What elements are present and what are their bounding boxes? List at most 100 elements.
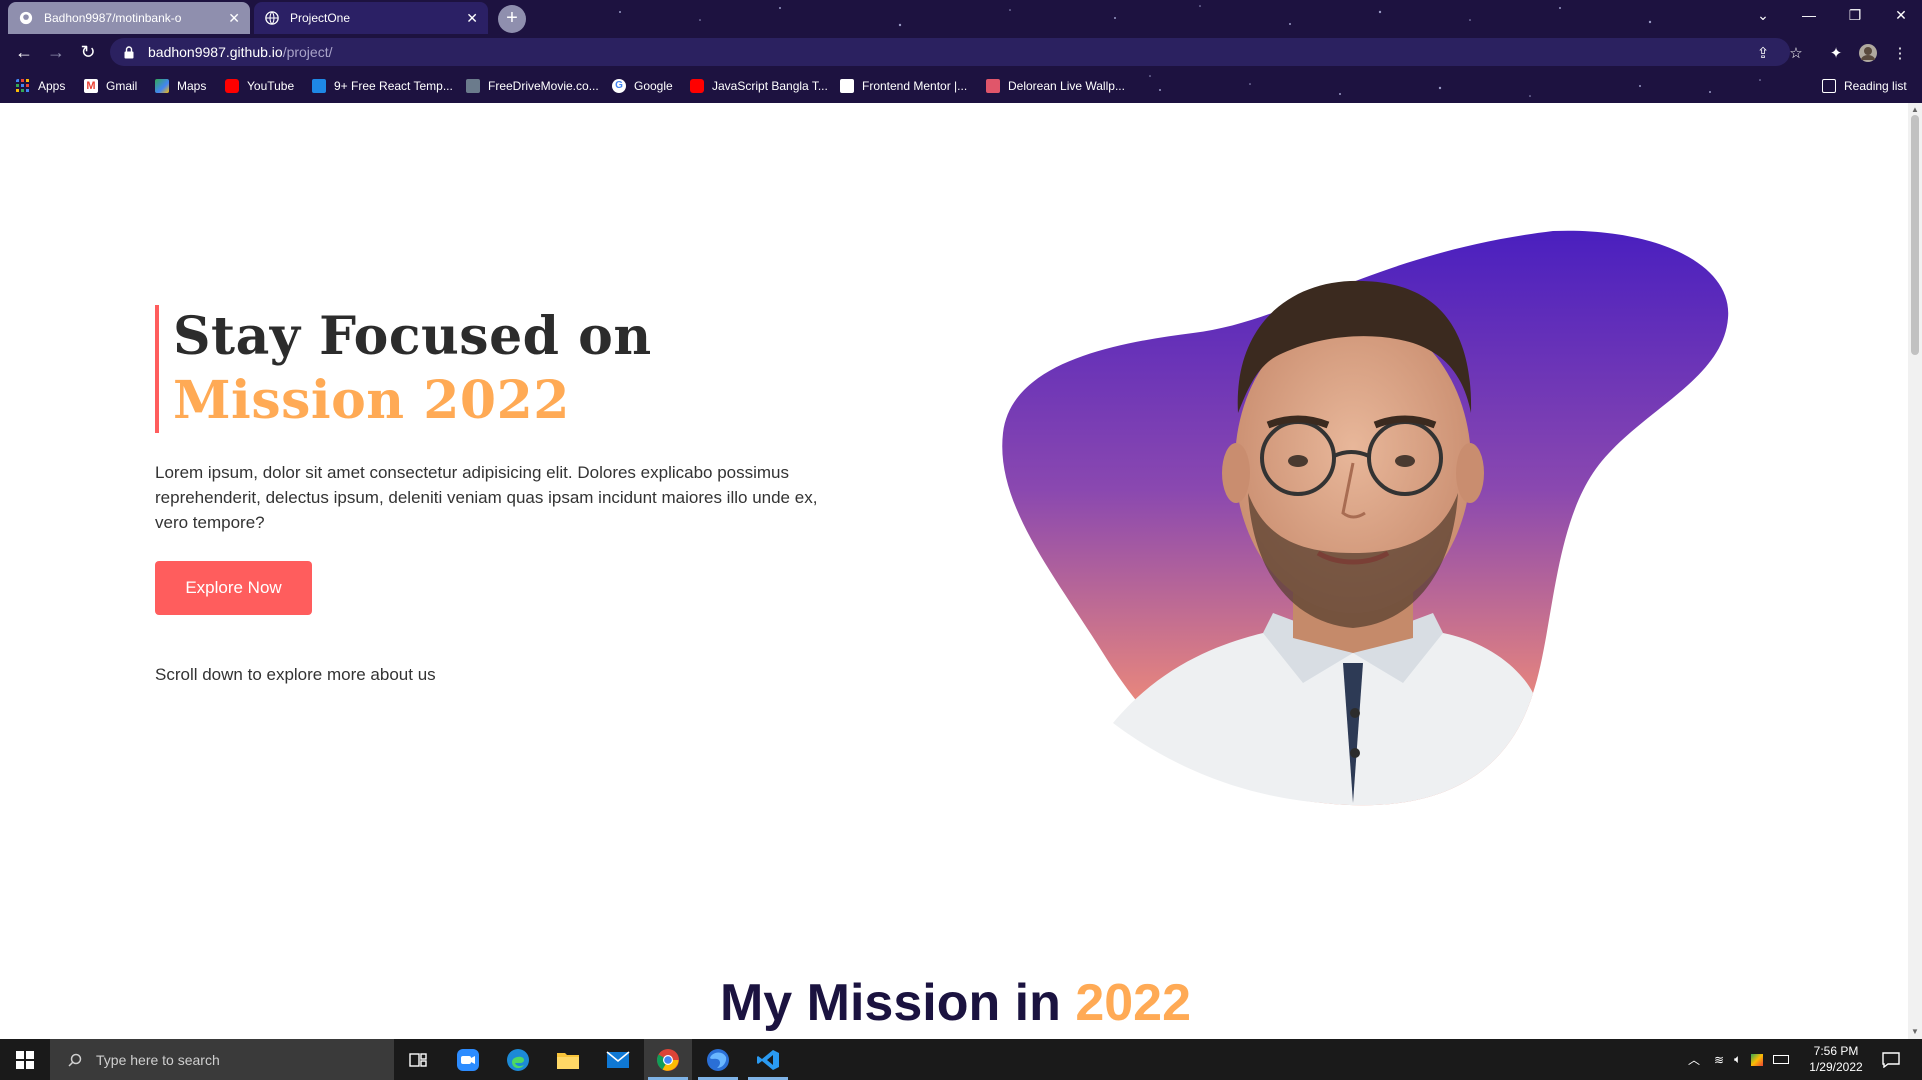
profile-avatar[interactable] <box>1858 43 1878 63</box>
wallpaper-icon <box>986 79 1000 93</box>
mui-icon <box>312 79 326 93</box>
windows-taskbar: Type here to search ︿ ≋ 🔈︎ 7:56 PM 1/29/… <box>0 1039 1922 1080</box>
bookmark-label: Apps <box>38 79 66 93</box>
google-icon: G <box>612 79 626 93</box>
youtube-icon <box>690 79 704 93</box>
hero-heading: Stay Focused on Mission 2022 <box>155 305 652 433</box>
search-placeholder: Type here to search <box>96 1051 220 1068</box>
menu-dots-icon[interactable]: ⋮ <box>1890 43 1910 63</box>
maps-icon <box>155 79 169 93</box>
minimize-icon[interactable]: — <box>1786 0 1832 30</box>
lock-icon <box>124 45 136 59</box>
windows-logo-icon <box>16 1050 34 1069</box>
bookmark-label: Maps <box>177 79 207 93</box>
back-icon[interactable]: ← <box>12 40 36 64</box>
forward-icon[interactable]: → <box>44 40 68 64</box>
new-tab-button[interactable]: + <box>498 5 526 33</box>
mission-year: 2022 <box>1075 974 1192 1032</box>
bookmark-label: Gmail <box>106 79 138 93</box>
tab-search-icon[interactable]: ⌄ <box>1740 0 1786 30</box>
youtube-icon <box>225 79 239 93</box>
taskbar-search-input[interactable]: Type here to search <box>50 1039 394 1080</box>
scrollbar-thumb[interactable] <box>1911 115 1919 355</box>
scroll-hint: Scroll down to explore more about us <box>155 665 436 684</box>
scroll-down-icon[interactable]: ▼ <box>1911 1028 1919 1036</box>
hero-title-line2: Mission 2022 <box>173 370 570 431</box>
taskbar-clock[interactable]: 7:56 PM 1/29/2022 <box>1800 1043 1872 1075</box>
mission-title: My Mission in <box>719 974 1076 1032</box>
notification-center-icon[interactable] <box>1882 1039 1900 1080</box>
bookmark-label: Google <box>634 79 673 93</box>
windows-start-button[interactable] <box>0 1039 50 1080</box>
address-host: badhon9987.github.io <box>148 44 283 60</box>
reading-list-button[interactable]: Reading list <box>1822 76 1907 96</box>
hero-title-line1: Stay Focused on <box>173 306 652 367</box>
bookmark-react-templates[interactable]: 9+ Free React Temp... <box>312 76 453 96</box>
webpage: Stay Focused on Mission 2022 Lorem ipsum… <box>3 103 1908 1039</box>
frontend-mentor-icon <box>840 79 854 93</box>
bookmark-label: JavaScript Bangla T... <box>712 79 828 93</box>
tab-title: ProjectOne <box>290 11 351 25</box>
bookmark-label: Delorean Live Wallp... <box>1008 79 1125 93</box>
bookmark-label: YouTube <box>247 79 295 93</box>
google-drive-icon[interactable] <box>1751 1053 1764 1066</box>
address-bar[interactable]: badhon9987.github.io/project/ <box>110 38 1790 66</box>
tab-motinbank[interactable]: Badhon9987/motinbank-o ✕ <box>8 2 250 34</box>
mission-heading: My Mission in 2022 <box>3 973 1908 1033</box>
tab-projectone[interactable]: ProjectOne ✕ <box>254 2 488 34</box>
scroll-up-icon[interactable]: ▲ <box>1911 106 1919 114</box>
file-explorer-icon[interactable] <box>544 1039 592 1080</box>
tab-title: Badhon9987/motinbank-o <box>44 11 182 25</box>
search-icon <box>68 1052 84 1068</box>
share-icon[interactable]: ⇪ <box>1753 43 1773 63</box>
clock-date: 1/29/2022 <box>1809 1060 1863 1074</box>
bookmark-delorean[interactable]: Delorean Live Wallp... <box>986 76 1125 96</box>
bookmark-google[interactable]: G Google <box>612 76 673 96</box>
show-hidden-icons-icon[interactable]: ︿ <box>1688 1051 1700 1068</box>
close-tab-icon[interactable]: ✕ <box>466 10 478 27</box>
bookmark-maps[interactable]: Maps <box>155 76 206 96</box>
bookmark-apps[interactable]: Apps <box>16 76 65 96</box>
system-tray: ︿ ≋ 🔈︎ <box>1688 1039 1790 1080</box>
clock-time: 7:56 PM <box>1813 1044 1859 1058</box>
globe-icon <box>264 10 280 26</box>
address-path: /project/ <box>282 44 333 60</box>
battery-icon[interactable] <box>1773 1055 1790 1064</box>
bookmark-frontend-mentor[interactable]: Frontend Mentor |... <box>840 76 967 96</box>
browser-toolbar: ← → ↻ badhon9987.github.io/project/ ⇪ ☆ … <box>0 34 1922 70</box>
film-icon <box>466 79 480 93</box>
wifi-icon[interactable]: ≋ <box>1714 1053 1724 1067</box>
bookmark-freedrivemovie[interactable]: FreeDriveMovie.co... <box>466 76 599 96</box>
bookmarks-bar: Apps M Gmail Maps YouTube 9+ Free React … <box>0 72 1922 100</box>
close-window-icon[interactable]: ✕ <box>1878 0 1922 30</box>
bookmark-label: Frontend Mentor |... <box>862 79 968 93</box>
reading-list-label: Reading list <box>1844 79 1907 93</box>
reading-list-icon <box>1822 79 1836 93</box>
explore-now-button[interactable]: Explore Now <box>155 561 312 615</box>
firefox-icon[interactable] <box>694 1039 742 1080</box>
zoom-icon[interactable] <box>444 1039 492 1080</box>
extensions-icon[interactable]: ✦ <box>1826 43 1846 63</box>
task-view-icon[interactable] <box>394 1039 442 1080</box>
bookmark-youtube[interactable]: YouTube <box>225 76 294 96</box>
hero-portrait <box>1002 230 1729 806</box>
page-scrollbar[interactable]: ▲ ▼ <box>1908 103 1922 1039</box>
edge-icon[interactable] <box>494 1039 542 1080</box>
hero-paragraph: Lorem ipsum, dolor sit amet consectetur … <box>155 463 818 532</box>
mail-icon[interactable] <box>594 1039 642 1080</box>
vscode-icon[interactable] <box>744 1039 792 1080</box>
gmail-icon: M <box>84 79 98 93</box>
bookmark-label: 9+ Free React Temp... <box>334 79 453 93</box>
github-icon <box>18 10 34 26</box>
apps-grid-icon <box>16 79 29 92</box>
tab-strip: Badhon9987/motinbank-o ✕ ProjectOne ✕ + … <box>0 0 1922 34</box>
restore-icon[interactable]: ❐ <box>1832 0 1878 30</box>
bookmark-star-icon[interactable]: ☆ <box>1786 43 1806 63</box>
close-tab-icon[interactable]: ✕ <box>228 10 240 27</box>
volume-icon[interactable]: 🔈︎ <box>1734 1052 1741 1067</box>
browser-chrome: Badhon9987/motinbank-o ✕ ProjectOne ✕ + … <box>0 0 1922 103</box>
reload-icon[interactable]: ↻ <box>76 40 100 64</box>
chrome-icon[interactable] <box>644 1039 692 1080</box>
bookmark-gmail[interactable]: M Gmail <box>84 76 137 96</box>
bookmark-javascript-bangla[interactable]: JavaScript Bangla T... <box>690 76 828 96</box>
